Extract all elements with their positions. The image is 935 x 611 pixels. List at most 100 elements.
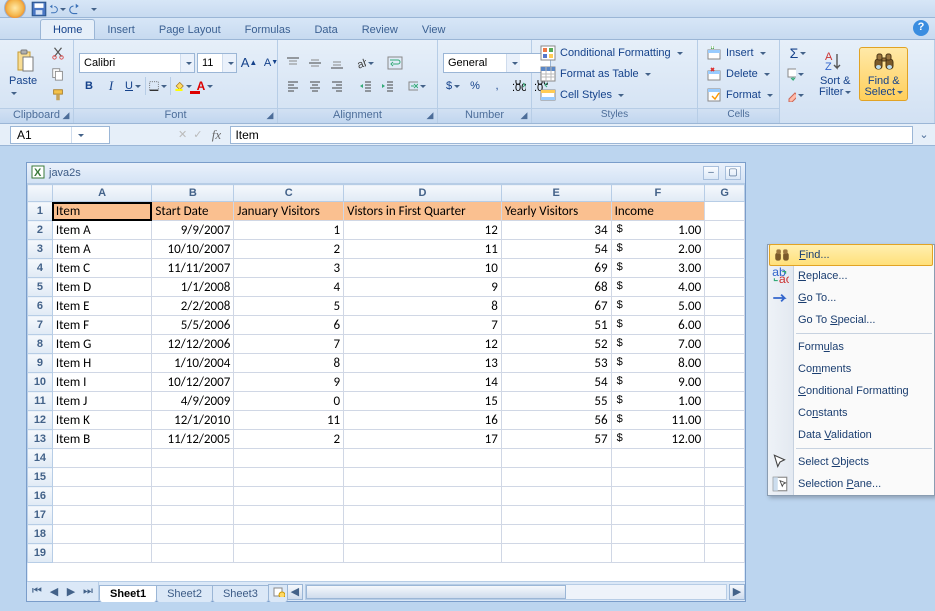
cell-E2[interactable]: 34 bbox=[501, 221, 611, 240]
cell-F18[interactable] bbox=[611, 525, 705, 544]
cell-B6[interactable]: 2/2/2008 bbox=[152, 297, 234, 316]
row-header-8[interactable]: 8 bbox=[28, 335, 53, 354]
cell-A2[interactable]: Item A bbox=[52, 221, 152, 240]
cell-F4[interactable]: $3.00 bbox=[611, 259, 705, 278]
cell-G6[interactable] bbox=[705, 297, 745, 316]
undo-button[interactable] bbox=[48, 1, 66, 17]
cell-F15[interactable] bbox=[611, 468, 705, 487]
increase-decimal-button[interactable]: .0.00 bbox=[509, 76, 529, 96]
cell-G3[interactable] bbox=[705, 240, 745, 259]
sheet-grid[interactable]: ABCDEFG1ItemStart DateJanuary VisitorsVi… bbox=[27, 183, 745, 581]
cut-button[interactable] bbox=[48, 43, 68, 63]
menu-selection-pane[interactable]: Selection Pane... bbox=[768, 473, 934, 495]
cell-B13[interactable]: 11/12/2005 bbox=[152, 430, 234, 449]
cell-G12[interactable] bbox=[705, 411, 745, 430]
cell-A12[interactable]: Item K bbox=[52, 411, 152, 430]
align-bottom-button[interactable] bbox=[327, 53, 347, 73]
help-button[interactable]: ? bbox=[913, 20, 929, 36]
cell-C17[interactable] bbox=[234, 506, 344, 525]
align-middle-button[interactable] bbox=[305, 53, 325, 73]
menu-constants[interactable]: Constants bbox=[768, 402, 934, 424]
menu-comments[interactable]: Comments bbox=[768, 358, 934, 380]
cell-E9[interactable]: 53 bbox=[501, 354, 611, 373]
sort-filter-button[interactable]: AZ Sort &Filter bbox=[815, 48, 855, 100]
cell-C19[interactable] bbox=[234, 544, 344, 563]
sheet-nav-prev[interactable]: ◀ bbox=[46, 584, 62, 600]
row-header-12[interactable]: 12 bbox=[28, 411, 53, 430]
col-header-C[interactable]: C bbox=[234, 185, 344, 202]
col-header-D[interactable]: D bbox=[344, 185, 502, 202]
cell-E17[interactable] bbox=[501, 506, 611, 525]
autosum-button[interactable]: Σ bbox=[785, 43, 811, 63]
italic-button[interactable]: I bbox=[101, 76, 121, 96]
col-header-G[interactable]: G bbox=[705, 185, 745, 202]
cell-F2[interactable]: $1.00 bbox=[611, 221, 705, 240]
cell-G2[interactable] bbox=[705, 221, 745, 240]
tab-insert[interactable]: Insert bbox=[95, 20, 147, 39]
cell-C14[interactable] bbox=[234, 449, 344, 468]
cell-F10[interactable]: $9.00 bbox=[611, 373, 705, 392]
cell-C18[interactable] bbox=[234, 525, 344, 544]
cell-D9[interactable]: 13 bbox=[344, 354, 502, 373]
menu-select-objects[interactable]: Select Objects bbox=[768, 451, 934, 473]
cell-B1[interactable]: Start Date bbox=[152, 202, 234, 221]
name-box-input[interactable] bbox=[11, 128, 71, 142]
cell-B9[interactable]: 1/10/2004 bbox=[152, 354, 234, 373]
cell-F1[interactable]: Income bbox=[611, 202, 705, 221]
percent-format-button[interactable]: % bbox=[465, 76, 485, 96]
cell-styles-button[interactable]: Cell Styles bbox=[537, 85, 686, 105]
cell-E16[interactable] bbox=[501, 487, 611, 506]
cell-F13[interactable]: $12.00 bbox=[611, 430, 705, 449]
row-header-6[interactable]: 6 bbox=[28, 297, 53, 316]
row-header-7[interactable]: 7 bbox=[28, 316, 53, 335]
cell-C16[interactable] bbox=[234, 487, 344, 506]
chevron-down-icon[interactable] bbox=[180, 54, 194, 72]
cell-B15[interactable] bbox=[152, 468, 234, 487]
grow-font-button[interactable]: A▲ bbox=[239, 53, 259, 73]
cell-A1[interactable]: Item bbox=[52, 202, 152, 221]
cell-E15[interactable] bbox=[501, 468, 611, 487]
cell-C8[interactable]: 7 bbox=[234, 335, 344, 354]
cell-F3[interactable]: $2.00 bbox=[611, 240, 705, 259]
cell-A16[interactable] bbox=[52, 487, 152, 506]
cell-C12[interactable]: 11 bbox=[234, 411, 344, 430]
cell-D10[interactable]: 14 bbox=[344, 373, 502, 392]
col-header-F[interactable]: F bbox=[611, 185, 705, 202]
increase-indent-button[interactable] bbox=[377, 76, 397, 96]
name-box[interactable] bbox=[10, 126, 110, 144]
cell-B7[interactable]: 5/5/2006 bbox=[152, 316, 234, 335]
cell-F16[interactable] bbox=[611, 487, 705, 506]
insert-cells-button[interactable]: Insert bbox=[703, 43, 776, 63]
cell-D15[interactable] bbox=[344, 468, 502, 487]
cell-G1[interactable] bbox=[705, 202, 745, 221]
clipboard-launcher[interactable]: ◢ bbox=[61, 110, 71, 120]
cell-E18[interactable] bbox=[501, 525, 611, 544]
cell-B8[interactable]: 12/12/2006 bbox=[152, 335, 234, 354]
cell-F6[interactable]: $5.00 bbox=[611, 297, 705, 316]
cell-E5[interactable]: 68 bbox=[501, 278, 611, 297]
menu-conditional-formatting[interactable]: Conditional Formatting bbox=[768, 380, 934, 402]
menu-goto[interactable]: Go To... bbox=[768, 287, 934, 309]
cell-G16[interactable] bbox=[705, 487, 745, 506]
cell-A19[interactable] bbox=[52, 544, 152, 563]
cell-B16[interactable] bbox=[152, 487, 234, 506]
cell-A7[interactable]: Item F bbox=[52, 316, 152, 335]
select-all-corner[interactable] bbox=[28, 185, 53, 202]
delete-cells-button[interactable]: Delete bbox=[703, 64, 776, 84]
cell-G9[interactable] bbox=[705, 354, 745, 373]
tab-formulas[interactable]: Formulas bbox=[233, 20, 303, 39]
cell-A10[interactable]: Item I bbox=[52, 373, 152, 392]
cell-D4[interactable]: 10 bbox=[344, 259, 502, 278]
cell-C13[interactable]: 2 bbox=[234, 430, 344, 449]
qat-customize[interactable] bbox=[84, 1, 102, 17]
conditional-formatting-button[interactable]: Conditional Formatting bbox=[537, 43, 686, 63]
cell-E6[interactable]: 67 bbox=[501, 297, 611, 316]
cell-G15[interactable] bbox=[705, 468, 745, 487]
row-header-5[interactable]: 5 bbox=[28, 278, 53, 297]
cell-D8[interactable]: 12 bbox=[344, 335, 502, 354]
cell-G7[interactable] bbox=[705, 316, 745, 335]
row-header-17[interactable]: 17 bbox=[28, 506, 53, 525]
cell-D17[interactable] bbox=[344, 506, 502, 525]
cell-E3[interactable]: 54 bbox=[501, 240, 611, 259]
insert-function-button[interactable]: fx bbox=[208, 127, 224, 143]
